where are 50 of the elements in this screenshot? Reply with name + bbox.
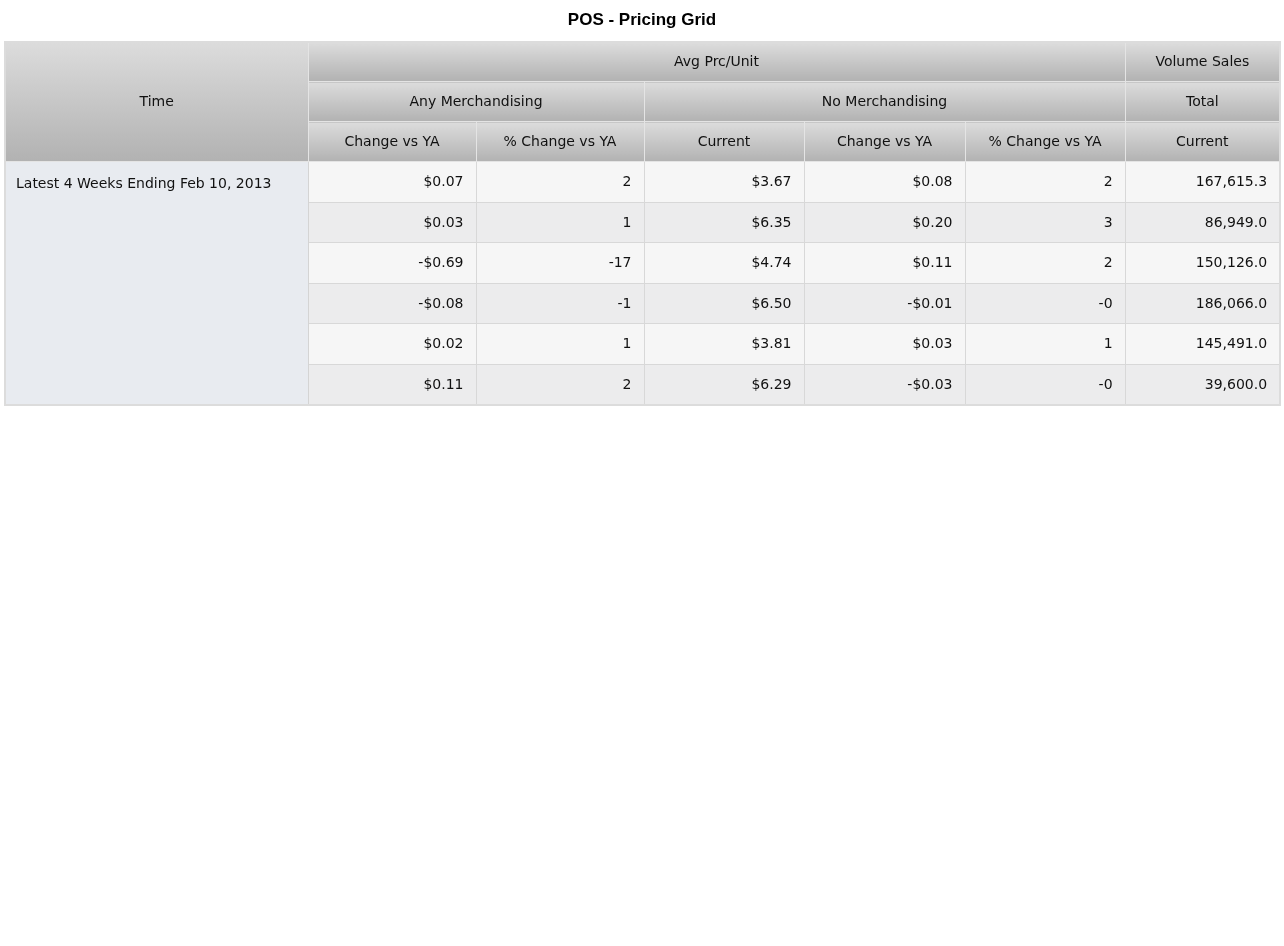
table-cell: 1 [965, 323, 1126, 364]
table-cell: $0.20 [804, 202, 965, 243]
table-cell: -$0.03 [804, 364, 965, 405]
table-cell: $0.08 [804, 161, 965, 202]
table-cell: 1 [476, 323, 644, 364]
table-cell: $3.81 [644, 323, 804, 364]
column-header: % Change vs YA [476, 121, 644, 162]
table-cell: -0 [965, 283, 1126, 324]
table-cell: 150,126.0 [1125, 242, 1281, 283]
table-cell: 86,949.0 [1125, 202, 1281, 243]
column-header: Current [1125, 121, 1281, 162]
table-cell: 3 [965, 202, 1126, 243]
table-cell: $0.02 [308, 323, 476, 364]
row-header: Latest 4 Weeks Ending Feb 10, 2013 [5, 161, 308, 405]
table-cell: $6.35 [644, 202, 804, 243]
table-cell: -17 [476, 242, 644, 283]
table-cell: 2 [476, 364, 644, 405]
column-header: Current [644, 121, 804, 162]
table-cell: -$0.69 [308, 242, 476, 283]
table-cell: $0.11 [804, 242, 965, 283]
grid-title: POS - Pricing Grid [567, 10, 717, 29]
table-cell: -$0.08 [308, 283, 476, 324]
column-header: Volume Sales [1125, 41, 1281, 82]
table-cell: $0.07 [308, 161, 476, 202]
column-header: No Merchandising [644, 81, 1126, 122]
table-cell: 2 [965, 242, 1126, 283]
column-header: Any Merchandising [308, 81, 644, 122]
table-cell: 2 [965, 161, 1126, 202]
table-cell: -$0.01 [804, 283, 965, 324]
column-header: Change vs YA [804, 121, 965, 162]
column-header: % Change vs YA [965, 121, 1126, 162]
table-cell: 2 [476, 161, 644, 202]
table-cell: 167,615.3 [1125, 161, 1281, 202]
column-header: Time [5, 41, 308, 162]
table-cell: -0 [965, 364, 1126, 405]
table-cell: 186,066.0 [1125, 283, 1281, 324]
table-cell: $0.03 [308, 202, 476, 243]
column-header: Avg Prc/Unit [308, 41, 1126, 82]
table-cell: 145,491.0 [1125, 323, 1281, 364]
table-cell: $6.29 [644, 364, 804, 405]
table-cell: 39,600.0 [1125, 364, 1281, 405]
table-cell: $6.50 [644, 283, 804, 324]
table-cell: 1 [476, 202, 644, 243]
column-header: Total [1125, 81, 1281, 122]
table-cell: $0.03 [804, 323, 965, 364]
table-cell: $4.74 [644, 242, 804, 283]
column-header: Change vs YA [308, 121, 476, 162]
table-cell: $0.11 [308, 364, 476, 405]
table-cell: -1 [476, 283, 644, 324]
table-cell: $3.67 [644, 161, 804, 202]
